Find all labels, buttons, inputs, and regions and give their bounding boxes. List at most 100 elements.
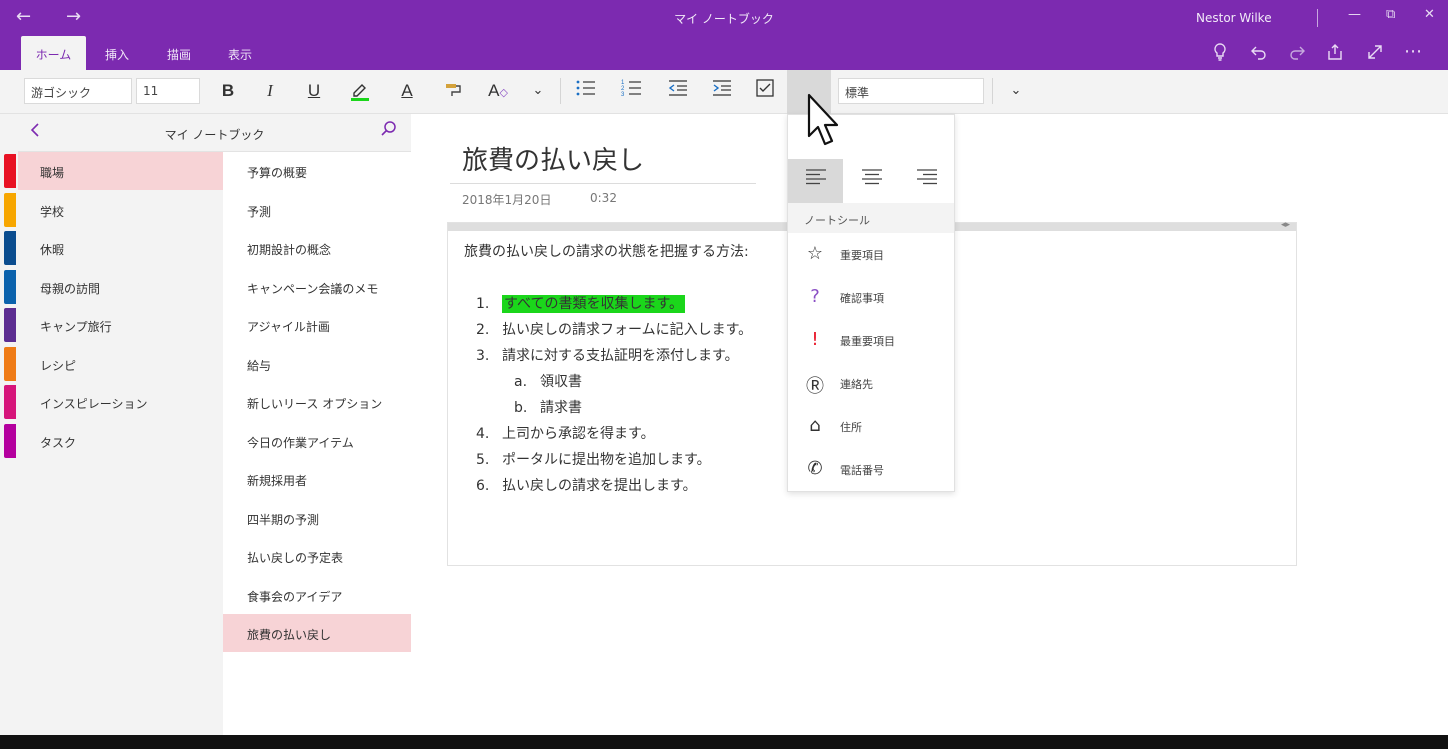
clear-formatting-icon[interactable]: A◇ — [484, 78, 512, 104]
tag-label: 住所 — [840, 421, 862, 434]
section-item[interactable]: 職場 — [18, 152, 223, 190]
page-item[interactable]: 払い戻しの予定表 — [223, 537, 411, 575]
page-item[interactable]: キャンペーン会議のメモ — [223, 268, 411, 306]
page-item[interactable]: 新規採用者 — [223, 460, 411, 498]
search-icon[interactable] — [380, 120, 398, 143]
page-item[interactable]: 給与 — [223, 345, 411, 383]
list-item-text: 請求書 — [540, 400, 582, 416]
increase-indent-icon[interactable] — [708, 78, 736, 104]
section-color-tab[interactable] — [4, 308, 16, 342]
share-icon[interactable] — [1326, 43, 1344, 65]
section-item[interactable]: 母親の訪問 — [18, 268, 223, 306]
style-box[interactable]: 標準 — [838, 78, 984, 104]
bullet-list-icon[interactable] — [572, 78, 600, 104]
tag-item[interactable]: ✆ 電話番号 — [788, 448, 954, 491]
page-list: 予算の概要 予測 初期設計の概念 キャンペーン会議のメモ アジャイル計画 給与 新しいリース… — [223, 152, 411, 735]
section-color-tab[interactable] — [4, 346, 16, 381]
more-options-icon[interactable]: ⋯ — [1404, 41, 1422, 62]
decrease-indent-icon[interactable] — [664, 78, 692, 104]
minimize-icon[interactable]: — — [1348, 7, 1361, 22]
redo-icon[interactable] — [1288, 43, 1306, 65]
list-item[interactable]: b. 請求書 — [514, 397, 582, 417]
list-item-number: 6. — [476, 478, 490, 494]
resize-grip-icon[interactable]: ◂▸ — [1281, 220, 1290, 230]
list-item-number: 5. — [476, 452, 490, 468]
tag-item[interactable]: Ⓡ 連絡先 — [788, 362, 954, 405]
numbered-list-icon[interactable]: 123 — [618, 78, 646, 104]
formatting-toolbar: 游ゴシック 11 B I U A A◇ ⌄ 123 標準 ⌄ — [0, 70, 1448, 114]
section-item[interactable]: レシピ — [18, 345, 223, 383]
list-item-text: 領収書 — [540, 374, 582, 390]
section-color-tab[interactable] — [4, 231, 16, 265]
list-item-text: ポータルに提出物を追加します。 — [502, 452, 711, 468]
section-color-tab[interactable] — [4, 385, 16, 419]
page-item[interactable]: 四半期の予測 — [223, 499, 411, 537]
page-item[interactable]: アジャイル計画 — [223, 306, 411, 344]
lightbulb-icon[interactable] — [1212, 43, 1228, 65]
undo-icon[interactable] — [1250, 43, 1268, 65]
tag-label: 連絡先 — [840, 378, 873, 391]
fullscreen-icon[interactable] — [1366, 43, 1384, 65]
list-item[interactable]: 1. すべての書類を収集します。 — [476, 293, 686, 313]
list-item[interactable]: 3. 請求に対する支払証明を添付します。 — [476, 345, 739, 365]
underline-button[interactable]: U — [302, 78, 326, 104]
italic-button[interactable]: I — [258, 78, 282, 104]
page-item[interactable]: 新しいリース オプション — [223, 383, 411, 421]
align-center-icon[interactable] — [844, 159, 899, 203]
section-item[interactable]: 学校 — [18, 191, 223, 229]
notebook-title[interactable]: マイ ノートブック — [18, 126, 411, 143]
tab-draw[interactable]: 描画 — [154, 36, 204, 70]
list-item[interactable]: 5. ポータルに提出物を追加します。 — [476, 449, 711, 469]
list-item[interactable]: 2. 払い戻しの請求フォームに記入します。 — [476, 319, 752, 339]
list-item[interactable]: 4. 上司から承認を得ます。 — [476, 423, 655, 443]
tab-insert[interactable]: 挿入 — [92, 36, 142, 70]
restore-icon[interactable]: ⧉ — [1386, 7, 1395, 22]
page-item[interactable]: 今日の作業アイテム — [223, 422, 411, 460]
section-item[interactable]: キャンプ旅行 — [18, 306, 223, 344]
section-color-tab[interactable] — [4, 154, 16, 188]
page-item[interactable]: 初期設計の概念 — [223, 229, 411, 267]
close-icon[interactable]: ✕ — [1424, 7, 1435, 22]
toolbar-separator — [992, 78, 993, 104]
format-painter-icon[interactable] — [440, 78, 466, 104]
font-color-icon[interactable]: A — [394, 78, 420, 104]
font-name-box[interactable]: 游ゴシック — [24, 78, 132, 104]
page-item[interactable]: 予測 — [223, 191, 411, 229]
page-title[interactable]: 旅費の払い戻し — [462, 140, 644, 177]
list-item-number: 2. — [476, 322, 490, 338]
style-chevron-icon[interactable]: ⌄ — [1006, 78, 1026, 104]
list-item-number: 3. — [476, 348, 490, 364]
page-item[interactable]: 旅費の払い戻し — [223, 614, 411, 652]
list-item[interactable]: a. 領収書 — [514, 371, 582, 391]
section-item[interactable]: 休暇 — [18, 229, 223, 267]
section-color-tab[interactable] — [4, 192, 16, 227]
todo-checkbox-icon[interactable] — [752, 78, 778, 104]
user-name[interactable]: Nestor Wilke — [1196, 11, 1272, 25]
align-left-icon[interactable] — [788, 159, 843, 203]
list-item[interactable]: 6. 払い戻しの請求を提出します。 — [476, 475, 697, 495]
notebook-header: マイ ノートブック — [18, 114, 411, 152]
section-item[interactable]: タスク — [18, 422, 223, 460]
font-size-box[interactable]: 11 — [136, 78, 200, 104]
page-item[interactable]: 食事会のアイデア — [223, 576, 411, 614]
tab-home[interactable]: ホーム — [21, 36, 86, 70]
highlighted-text: すべての書類を収集します。 — [502, 295, 686, 313]
tag-item[interactable]: ⌂ 住所 — [788, 405, 954, 448]
tag-item[interactable]: ? 確認事項 — [788, 276, 954, 319]
phone-icon: ✆ — [807, 458, 823, 479]
bottom-edge — [0, 735, 1448, 749]
align-right-icon[interactable] — [899, 159, 954, 203]
section-item[interactable]: インスピレーション — [18, 383, 223, 421]
page-item[interactable]: 予算の概要 — [223, 152, 411, 190]
more-font-chevron-icon[interactable]: ⌄ — [528, 78, 548, 104]
tag-label: 重要項目 — [840, 249, 884, 262]
bold-button[interactable]: B — [216, 78, 240, 104]
tab-view[interactable]: 表示 — [215, 36, 265, 70]
highlight-icon[interactable] — [346, 78, 374, 104]
note-intro[interactable]: 旅費の払い戻しの請求の状態を把握する方法: — [464, 241, 749, 261]
tags-dropdown-menu: ノートシール ☆ 重要項目? 確認事項! 最重要項目 Ⓡ 連絡先 ⌂ 住所 ✆ 電話番号 — [787, 114, 955, 492]
tag-item[interactable]: ! 最重要項目 — [788, 319, 954, 362]
section-color-tab[interactable] — [4, 423, 16, 458]
section-color-tab[interactable] — [4, 269, 16, 304]
tag-item[interactable]: ☆ 重要項目 — [788, 233, 954, 276]
